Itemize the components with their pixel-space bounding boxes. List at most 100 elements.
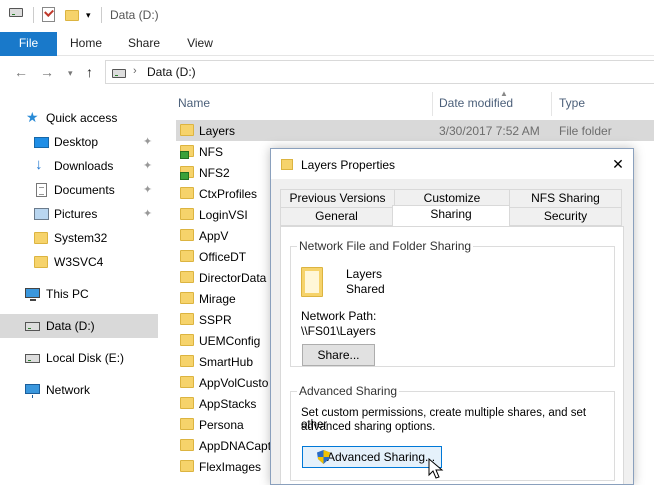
desktop-icon <box>34 137 49 148</box>
column-header-name[interactable]: Name <box>178 96 210 122</box>
pin-icon[interactable]: ✦ <box>143 159 152 172</box>
file-name: AppV <box>199 229 229 243</box>
advanced-sharing-description-line2: advanced sharing options. <box>301 421 436 433</box>
folder-icon <box>180 208 194 220</box>
tab-home[interactable]: Home <box>58 32 114 56</box>
nav-item-documents[interactable]: Documents ✦ <box>0 178 158 202</box>
breadcrumb-chevron-icon[interactable]: › <box>133 65 137 77</box>
nav-item-label: Documents <box>54 183 115 197</box>
column-separator[interactable] <box>551 92 552 116</box>
nav-item-label: Quick access <box>46 111 118 125</box>
advanced-sharing-button-label: Advanced Sharing... <box>326 450 436 464</box>
shared-folder-icon <box>180 166 194 180</box>
documents-icon <box>36 183 47 197</box>
folder-icon <box>180 187 194 199</box>
nav-item-desktop[interactable]: Desktop ✦ <box>0 130 158 154</box>
close-icon[interactable]: ✕ <box>609 155 627 173</box>
drive-icon <box>25 354 40 363</box>
folder-icon <box>180 292 194 304</box>
tab-security[interactable]: Security <box>509 207 622 226</box>
folder-icon <box>180 418 194 430</box>
nav-item-pictures[interactable]: Pictures ✦ <box>0 202 158 226</box>
tab-share[interactable]: Share <box>116 32 172 56</box>
nav-item-label: Desktop <box>54 135 99 149</box>
file-name: NFS <box>199 145 223 159</box>
advanced-sharing-group: Advanced Sharing Set custom permissions,… <box>290 384 615 481</box>
nav-item-label: Pictures <box>54 207 98 221</box>
title-bar: ▾ Data (D:) <box>0 0 654 32</box>
up-arrow-icon[interactable]: ↑ <box>86 64 93 80</box>
file-name: Persona <box>199 418 244 432</box>
new-folder-icon[interactable] <box>65 10 79 21</box>
address-path[interactable]: Data (D:) <box>147 65 196 79</box>
nav-item-data-d[interactable]: Data (D:) <box>0 314 158 338</box>
ribbon-tabs: File Home Share View <box>0 32 654 56</box>
pin-icon[interactable]: ✦ <box>143 207 152 220</box>
file-name: SSPR <box>199 313 232 327</box>
customize-toolbar-icon[interactable]: ▾ <box>86 10 91 21</box>
download-icon: ↓ <box>35 156 43 173</box>
folder-icon <box>34 256 48 268</box>
file-name: SmartHub <box>199 355 254 369</box>
nav-item-label: Local Disk (E:) <box>46 351 125 365</box>
column-separator[interactable] <box>432 92 433 116</box>
pin-icon[interactable]: ✦ <box>143 135 152 148</box>
nav-item-this-pc[interactable]: This PC <box>0 282 158 306</box>
share-button[interactable]: Share... <box>302 344 375 366</box>
group-title: Advanced Sharing <box>297 384 400 398</box>
folder-icon <box>180 355 194 367</box>
file-name: Layers <box>199 124 236 138</box>
nav-item-system32[interactable]: System32 <box>0 226 158 250</box>
dialog-title-bar[interactable]: Layers Properties ✕ <box>271 149 633 179</box>
nav-item-downloads[interactable]: ↓ Downloads ✦ <box>0 154 158 178</box>
folder-icon <box>180 271 194 283</box>
file-name: AppStacks <box>199 397 257 411</box>
uac-shield-icon <box>317 450 330 464</box>
file-name: DirectorData <box>199 271 267 285</box>
file-name: FlexImages <box>199 460 262 474</box>
nav-item-local-disk-e[interactable]: Local Disk (E:) <box>0 346 158 370</box>
forward-arrow-icon[interactable]: → <box>40 64 54 80</box>
nav-item-label: W3SVC4 <box>54 255 104 269</box>
folder-icon <box>281 159 293 170</box>
toolbar-separator <box>33 7 34 23</box>
drive-icon <box>25 322 40 331</box>
nav-item-quick-access[interactable]: ★ Quick access <box>0 106 158 130</box>
file-row[interactable]: Layers 3/30/2017 7:52 AM File folder <box>176 120 654 141</box>
recent-locations-icon[interactable]: ▾ <box>68 65 73 81</box>
group-title: Network File and Folder Sharing <box>297 239 474 253</box>
file-name: UEMConfig <box>199 334 261 348</box>
file-type: File folder <box>559 124 612 138</box>
tab-previous-versions[interactable]: Previous Versions <box>280 189 395 208</box>
nav-item-label: This PC <box>46 287 89 301</box>
network-sharing-group: Network File and Folder Sharing Layers S… <box>290 239 615 367</box>
pictures-icon <box>34 208 49 220</box>
tab-nfs-sharing[interactable]: NFS Sharing <box>509 189 622 208</box>
network-icon <box>25 384 40 398</box>
nav-item-label: Data (D:) <box>46 319 95 333</box>
advanced-sharing-button[interactable]: Advanced Sharing... <box>302 446 442 468</box>
properties-dialog: Layers Properties ✕ Previous Versions Cu… <box>270 148 634 485</box>
tab-file[interactable]: File <box>0 32 57 56</box>
folder-icon <box>180 124 194 136</box>
toolbar-separator <box>101 7 102 23</box>
back-arrow-icon[interactable]: ← <box>14 64 28 80</box>
tab-view[interactable]: View <box>173 32 227 56</box>
dialog-title: Layers Properties <box>301 158 396 172</box>
file-date: 3/30/2017 7:52 AM <box>439 124 540 138</box>
file-name: OfficeDT <box>199 250 247 264</box>
address-bar-row: ← → ▾ ↑ › Data (D:) <box>0 56 654 88</box>
tab-sharing[interactable]: Sharing <box>392 205 510 226</box>
folder-icon <box>180 229 194 241</box>
file-name: CtxProfiles <box>199 187 258 201</box>
column-header-date[interactable]: Date modified <box>439 96 513 122</box>
nav-item-w3svc4[interactable]: W3SVC4 <box>0 250 158 274</box>
star-icon: ★ <box>26 109 39 125</box>
nav-item-network[interactable]: Network <box>0 378 158 402</box>
nav-item-label: Network <box>46 383 91 397</box>
properties-icon[interactable] <box>42 7 55 22</box>
address-bar[interactable]: › Data (D:) <box>105 60 654 84</box>
pin-icon[interactable]: ✦ <box>143 183 152 196</box>
column-header-type[interactable]: Type <box>559 96 585 122</box>
tab-general[interactable]: General <box>280 207 393 226</box>
